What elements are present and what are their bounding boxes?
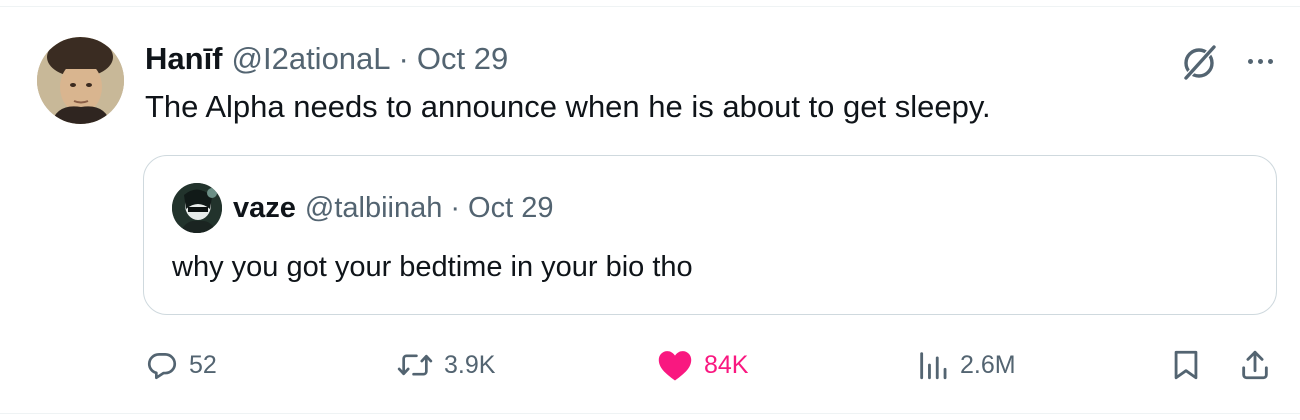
author-name[interactable]: Hanīf xyxy=(145,41,223,77)
tweet-date[interactable]: Oct 29 xyxy=(417,41,508,77)
reply-icon xyxy=(147,353,177,380)
share-button[interactable] xyxy=(1238,340,1272,390)
tweet-header: Hanīf @I2ationaL · Oct 29 xyxy=(145,40,508,78)
like-count: 84K xyxy=(704,350,749,379)
reply-count: 52 xyxy=(189,350,217,379)
retweet-count: 3.9K xyxy=(444,350,496,379)
tweet-text: The Alpha needs to announce when he is a… xyxy=(145,89,991,124)
like-button[interactable]: 84K xyxy=(656,340,748,390)
separator: · xyxy=(398,41,409,76)
quote-header: vaze @talbiinah · Oct 29 xyxy=(233,188,553,228)
avatar-photo-icon xyxy=(172,183,222,233)
more-icon xyxy=(1257,58,1263,64)
quote-author-avatar[interactable] xyxy=(172,183,222,233)
divider xyxy=(0,6,1300,7)
views-button[interactable]: 2.6M xyxy=(916,340,1016,390)
author-avatar[interactable] xyxy=(37,37,124,124)
grok-icon xyxy=(1183,44,1217,81)
quote-date[interactable]: Oct 29 xyxy=(468,192,553,225)
action-bar: 52 3.9K 84K 2.6M xyxy=(0,340,1300,390)
more-button[interactable] xyxy=(1240,44,1280,78)
author-handle[interactable]: @I2ationaL xyxy=(232,41,391,77)
divider xyxy=(0,413,1300,414)
retweet-button[interactable]: 3.9K xyxy=(396,340,495,390)
tweet-card[interactable]: Hanīf @I2ationaL · Oct 29 The Alpha need… xyxy=(0,0,1300,420)
separator: · xyxy=(450,191,461,224)
bookmark-icon xyxy=(1174,350,1198,380)
grok-button[interactable] xyxy=(1178,42,1222,82)
views-icon xyxy=(920,352,947,380)
retweet-icon xyxy=(397,354,433,376)
quote-author-name[interactable]: vaze xyxy=(233,192,296,225)
quoted-tweet[interactable]: vaze @talbiinah · Oct 29 why you got you… xyxy=(143,155,1277,315)
quote-author-handle[interactable]: @talbiinah xyxy=(305,192,442,225)
avatar-photo-icon xyxy=(37,37,124,124)
bookmark-button[interactable] xyxy=(1170,340,1202,390)
views-count: 2.6M xyxy=(960,350,1016,379)
more-icon xyxy=(1247,58,1253,64)
share-icon xyxy=(1242,350,1268,380)
more-icon xyxy=(1267,58,1273,64)
heart-icon xyxy=(658,351,692,381)
reply-button[interactable]: 52 xyxy=(145,340,217,390)
quote-text: why you got your bedtime in your bio tho xyxy=(172,251,693,283)
